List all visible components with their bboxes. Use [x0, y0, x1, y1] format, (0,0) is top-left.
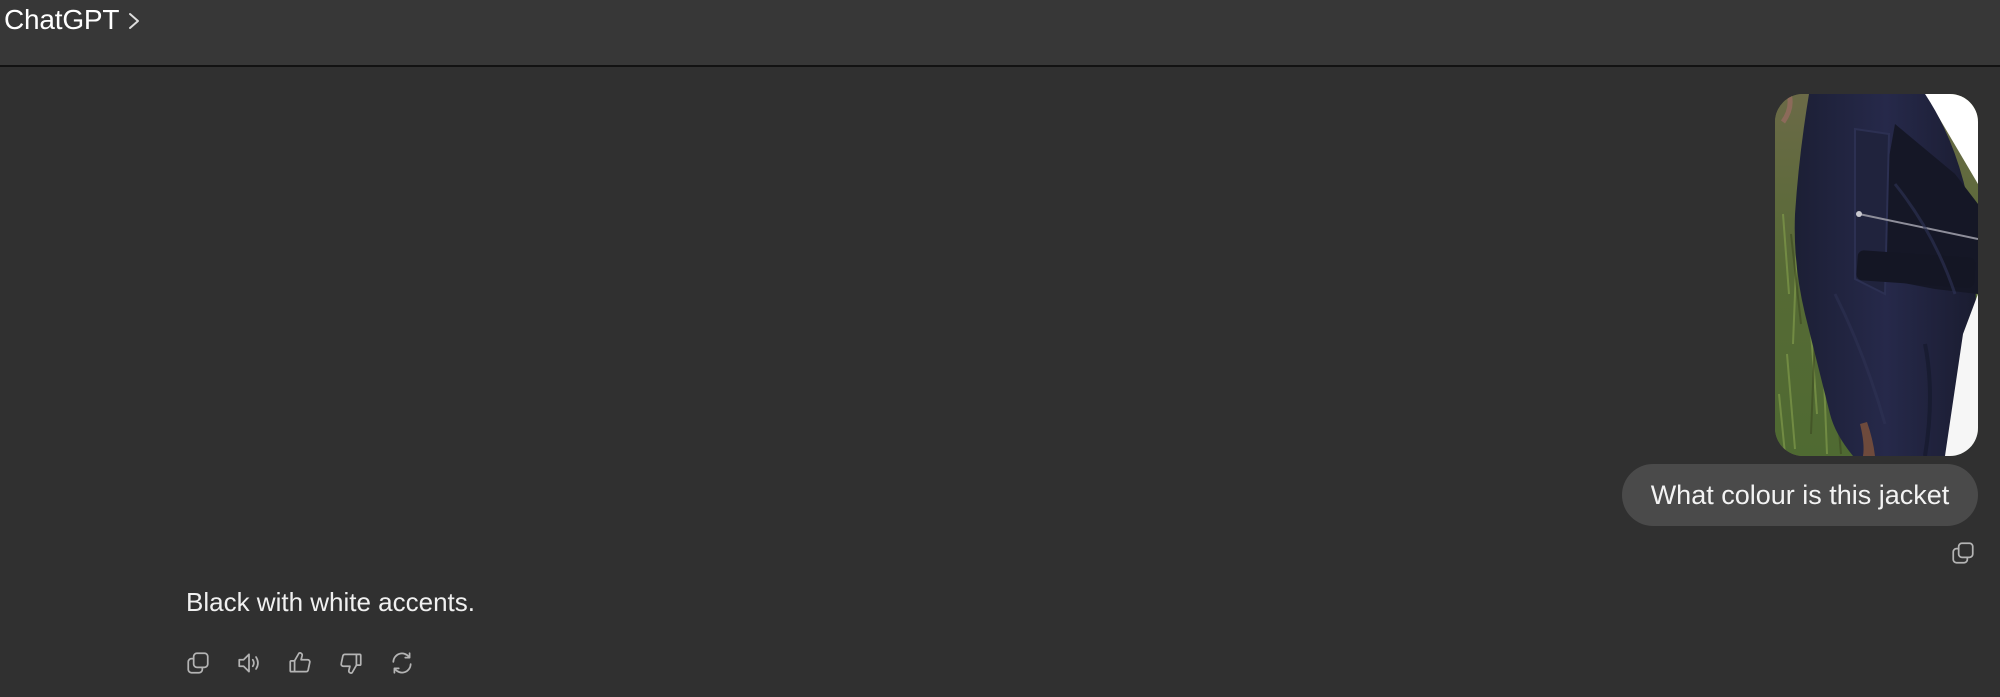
copy-icon [1952, 542, 1974, 564]
user-message-bubble: What colour is this jacket [1622, 464, 1978, 526]
user-message-text: What colour is this jacket [1650, 479, 1950, 510]
refresh-icon [392, 652, 412, 674]
user-copy-button[interactable] [1947, 537, 1979, 569]
chatgpt-window: ChatGPT What colour is this jacket Black… [0, 0, 2000, 697]
bad-response-button[interactable] [335, 647, 367, 679]
thumbs-up-icon [289, 652, 311, 673]
assistant-message: Black with white accents. [186, 584, 475, 620]
model-selector[interactable]: ChatGPT [4, 2, 141, 38]
assistant-message-text: Black with white accents. [186, 587, 476, 617]
user-uploaded-image[interactable] [1775, 94, 1978, 456]
chevron-right-icon [129, 13, 140, 29]
read-aloud-button[interactable] [233, 647, 265, 679]
assistant-action-bar [182, 647, 418, 683]
speaker-icon [238, 653, 259, 673]
thumbs-down-icon [340, 653, 362, 674]
regenerate-button[interactable] [386, 647, 418, 679]
copy-icon [187, 652, 209, 674]
conversation: What colour is this jacket Black with wh… [0, 69, 2000, 697]
assistant-copy-button[interactable] [182, 647, 214, 679]
good-response-button[interactable] [284, 647, 316, 679]
app-title: ChatGPT [4, 4, 120, 35]
top-bar: ChatGPT [0, 0, 2000, 67]
